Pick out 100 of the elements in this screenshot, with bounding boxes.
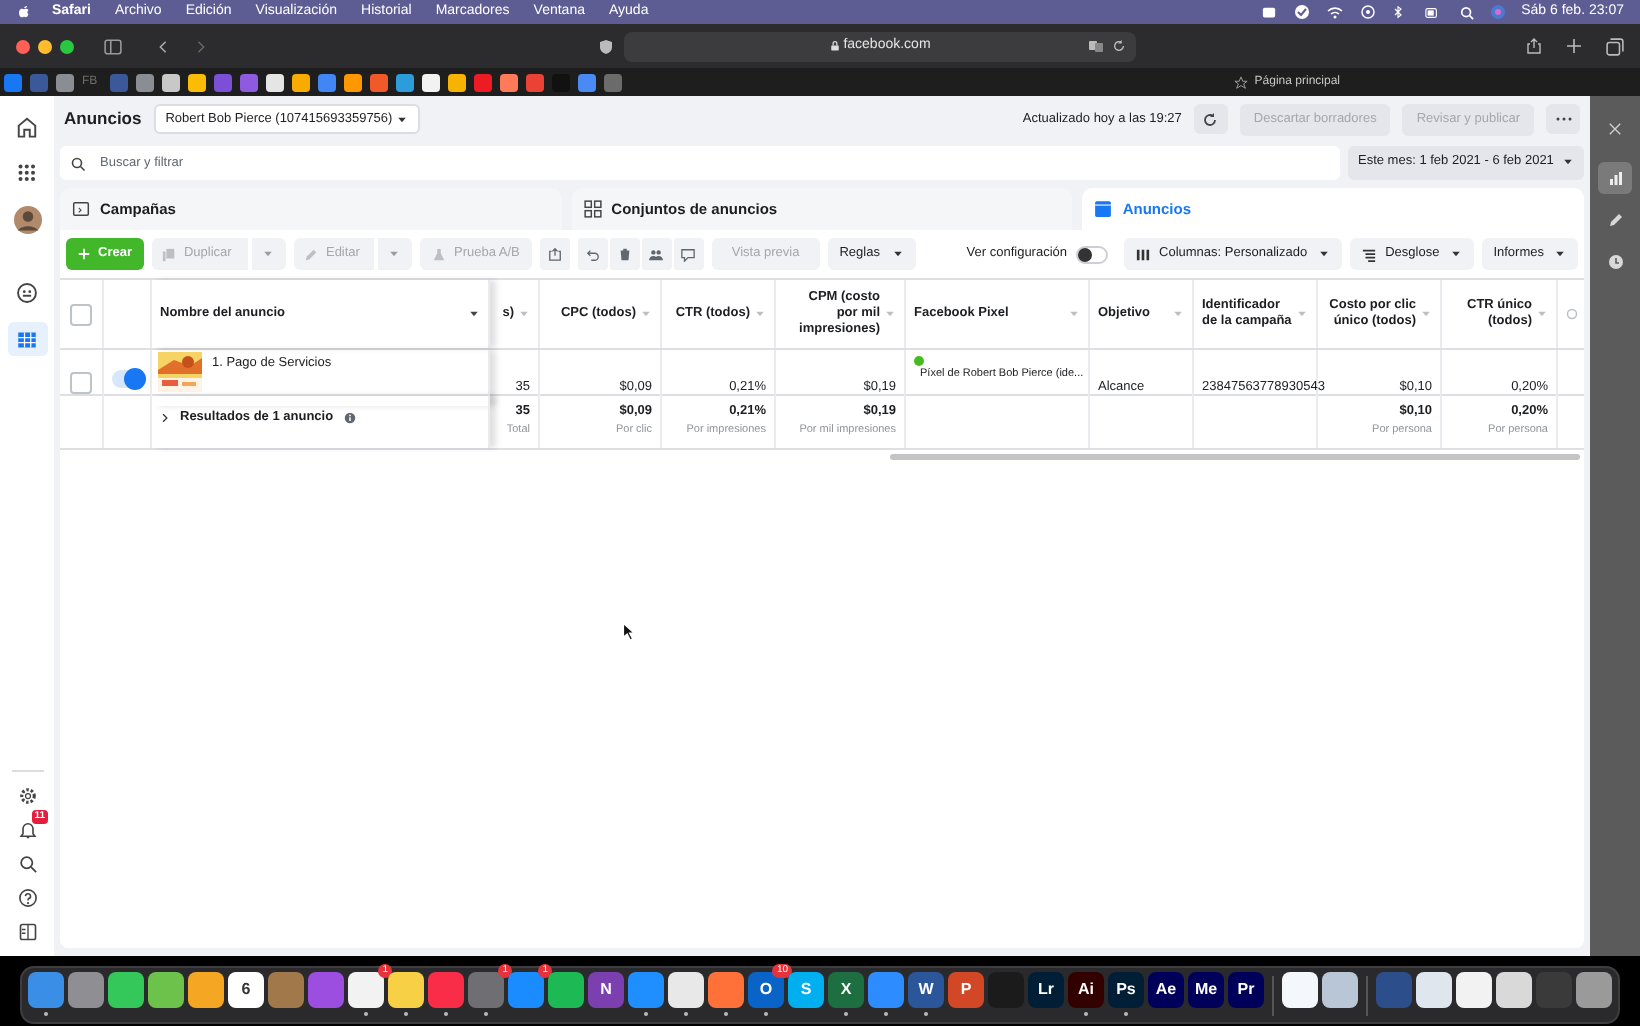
caret-icon [891,248,904,260]
caret-icon [640,308,652,320]
display-icon [1259,5,1278,19]
bell-icon [17,820,37,840]
forward-icon [194,37,208,55]
caret-icon [1554,248,1566,260]
dock-app-icon[interactable] [348,971,384,1015]
info-icon [343,411,356,423]
bookmark-icon[interactable] [500,73,518,91]
lock-icon [829,40,840,52]
caret-icon [1562,156,1574,168]
comment-button[interactable] [673,238,704,270]
bookmark-icon[interactable] [162,73,180,91]
dock-app-icon[interactable]: Ae [1148,971,1184,1007]
dock-app-icon[interactable] [1416,971,1452,1007]
dock-app-icon[interactable] [668,971,704,1015]
shield-icon [598,37,614,55]
close-icon [1608,121,1622,135]
nav-item[interactable] [13,886,41,910]
export-button[interactable] [539,238,570,270]
breakdown-icon [1361,247,1376,261]
tabs-icon [1606,37,1624,55]
smiley-icon [16,282,38,304]
pencil-icon [1607,212,1623,228]
checkbox[interactable] [70,371,92,393]
clock-icon [1607,254,1623,270]
caret-icon [262,248,275,260]
back-icon [156,37,170,55]
caret-icon [1068,308,1080,320]
flask-icon [431,247,446,261]
pencil-icon [303,247,318,261]
dock-app-icon[interactable] [188,971,224,1007]
dock-app-icon[interactable] [1496,971,1532,1007]
dock-app-icon[interactable]: P [948,971,984,1007]
dock-app-icon[interactable] [548,971,584,1007]
apps-icon [17,163,37,183]
bluetooth-icon [1391,4,1404,20]
panel-icon [17,922,37,942]
sidebar-icon [102,37,124,55]
trash-icon [617,246,632,262]
bookmark-icon[interactable] [344,73,362,91]
nav-item[interactable] [7,322,47,356]
dock-app-icon[interactable] [108,971,144,1007]
caret-icon [1317,248,1330,260]
bookmark-icon[interactable] [188,73,206,91]
plus-icon [1566,38,1582,54]
star-icon [1234,75,1249,89]
columns-icon [1135,247,1150,261]
caret-icon [1172,308,1184,320]
dock-app-icon[interactable] [388,971,424,1015]
avatar [13,205,41,233]
wifi-icon [1325,4,1344,20]
dock-app-icon[interactable]: 6 [228,971,264,1007]
plus-icon [78,248,90,260]
table-icon [16,329,38,349]
settings-icon [17,786,37,806]
refresh-button[interactable] [1193,104,1228,134]
caret-icon [395,113,408,125]
chevron-icon [160,411,170,423]
caret-icon [1449,248,1462,260]
caret-icon [468,308,480,320]
target-icon [1359,4,1376,20]
side-panel-button[interactable] [1598,162,1632,194]
copy-icon [161,247,176,261]
undo-icon [585,247,600,261]
reload-icon [1112,37,1126,53]
dock-app-icon[interactable] [1282,971,1318,1007]
dock-app-icon[interactable]: N [588,971,624,1007]
dock-app-icon[interactable] [148,971,184,1007]
audience-button[interactable] [641,238,672,270]
grid-icon [583,200,602,218]
search-icon [1459,5,1474,19]
undo-button[interactable] [577,238,608,270]
caret-icon [1296,308,1308,320]
ad-toggle[interactable] [111,369,143,387]
dock-app-icon[interactable] [1456,971,1492,1007]
bookmark-icon[interactable] [266,73,284,91]
search-icon [17,854,37,874]
caret-icon [884,308,896,320]
help-icon [17,888,37,908]
delete-button[interactable] [609,238,640,270]
folder-icon [72,200,90,218]
bookmark-icon[interactable] [422,73,440,91]
checkbox[interactable] [70,303,92,325]
refresh-icon [1202,111,1219,127]
cursor-icon [622,622,634,640]
bookmark-icon[interactable] [448,73,466,91]
share-icon [1526,36,1542,56]
dock-app-icon[interactable]: Pr [1228,971,1264,1007]
bookmark-icon[interactable] [292,73,310,91]
caret-icon [1536,308,1548,320]
dock-app-icon[interactable]: Me [1188,971,1224,1007]
settings-toggle[interactable] [1075,245,1108,263]
settings-icon [1565,308,1577,320]
caret-icon [754,308,766,320]
dock-app-icon[interactable]: Lr [1028,971,1064,1007]
people-icon [648,247,665,261]
dock-app-icon[interactable] [1322,971,1358,1007]
scrollbar[interactable] [890,454,1580,460]
apple-icon [16,4,32,20]
